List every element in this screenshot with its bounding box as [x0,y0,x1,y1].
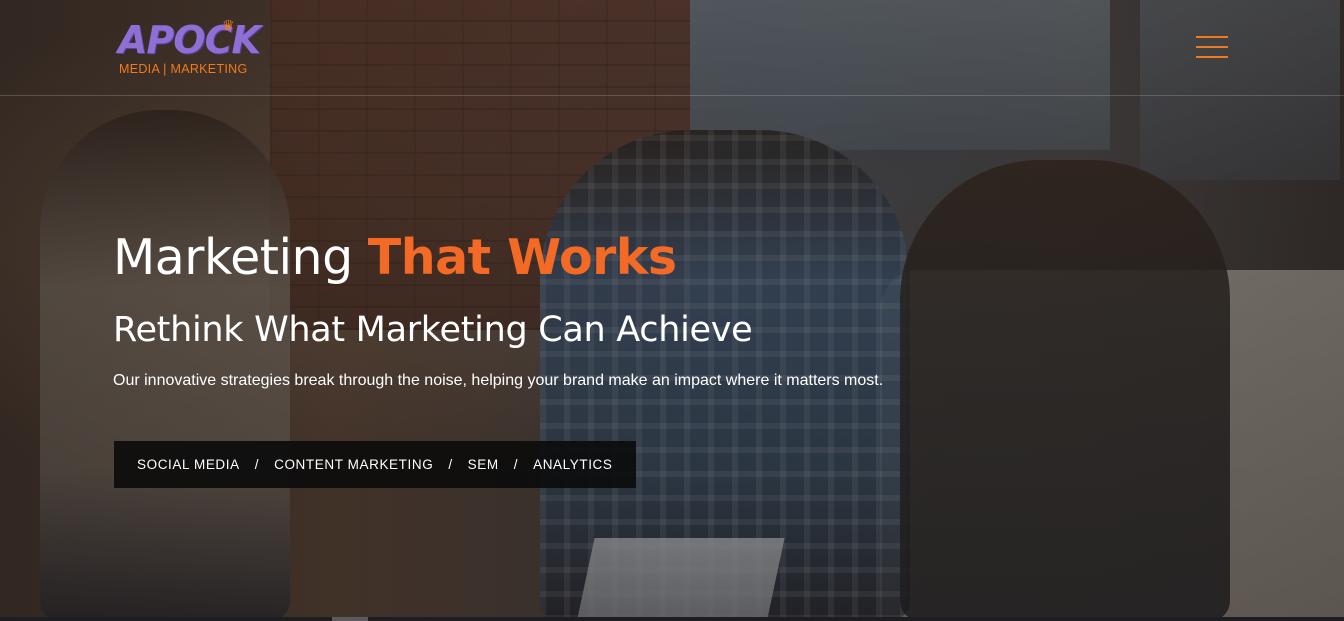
services-bar: SOCIAL MEDIA / CONTENT MARKETING / SEM /… [114,441,636,488]
headline-plain: Marketing [113,229,368,286]
site-logo[interactable]: APOCK ♛ MEDIA | MARKETING [118,18,261,78]
headline-accent: That Works [367,229,677,286]
logo-tagline: MEDIA | MARKETING [119,62,248,76]
hamburger-menu-button[interactable] [1196,36,1230,60]
service-separator: / [513,457,519,472]
crown-icon: ♛ [222,18,235,34]
hero-headline: Marketing That Works [113,226,677,290]
logo-wordmark: APOCK [118,18,261,62]
service-link-analytics[interactable]: ANALYTICS [533,457,612,472]
hamburger-icon [1196,36,1228,38]
hero-section: APOCK ♛ MEDIA | MARKETING Marketing That… [0,0,1344,621]
bottom-scroll-strip [0,617,1344,621]
service-separator: / [448,457,453,472]
site-header: APOCK ♛ MEDIA | MARKETING [0,0,1344,96]
service-separator: / [254,457,260,472]
scroll-indicator[interactable] [332,617,368,621]
service-link-social-media[interactable]: SOCIAL MEDIA [137,457,240,472]
hero-description: Our innovative strategies break through … [113,372,884,389]
service-link-content-marketing[interactable]: CONTENT MARKETING [274,457,433,472]
service-link-sem[interactable]: SEM [468,457,499,472]
hero-subheadline: Rethink What Marketing Can Achieve [113,310,753,350]
